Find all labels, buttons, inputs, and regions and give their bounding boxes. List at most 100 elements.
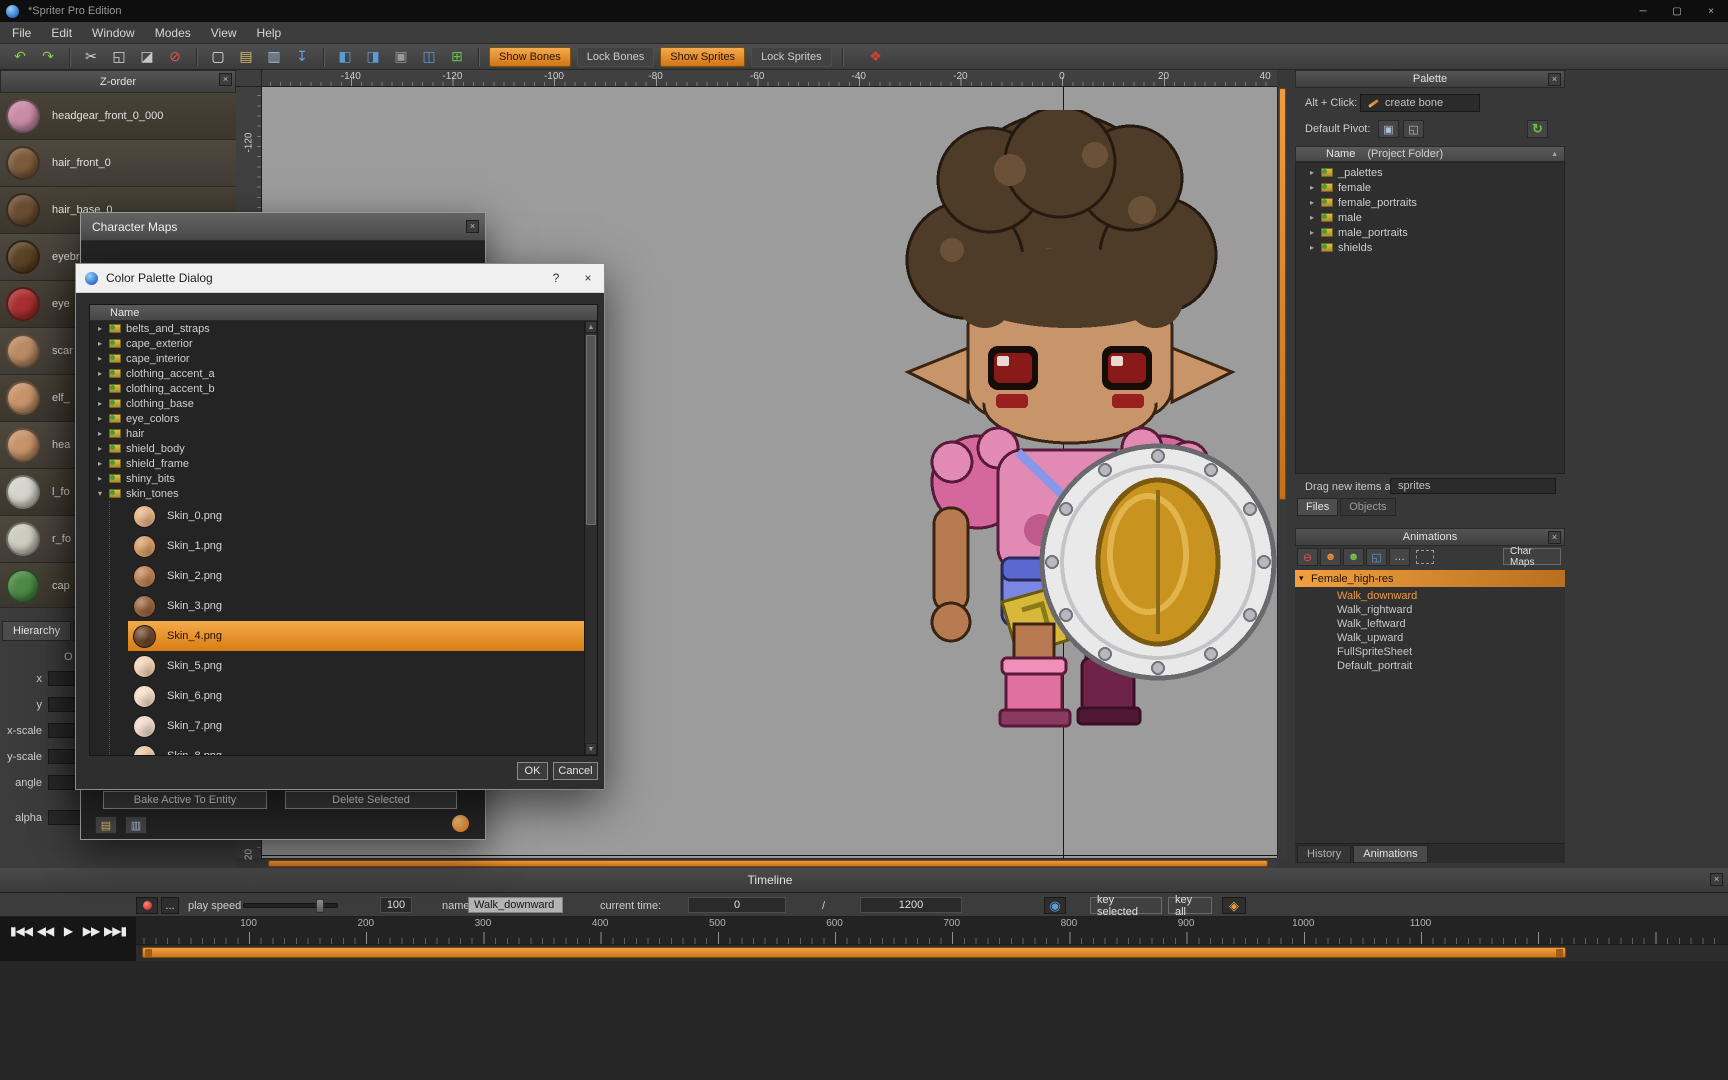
ok-button[interactable]: OK [517, 762, 548, 780]
toolbar-toggle[interactable]: Show Bones [489, 47, 571, 67]
create-bone-box[interactable]: create bone [1360, 94, 1480, 112]
keyframe-button[interactable]: ◈ [1222, 897, 1246, 914]
expand-arrow-icon[interactable]: ▸ [98, 459, 109, 468]
marquee-icon[interactable] [1416, 550, 1434, 564]
menu-item[interactable]: View [201, 22, 247, 44]
play-speed-input[interactable]: 100 [380, 897, 412, 913]
slider-track[interactable] [243, 903, 338, 908]
palette-folder-row[interactable]: ▸ hair [90, 426, 584, 441]
folder-row[interactable]: ▸ male [1296, 210, 1564, 225]
skin-file-row[interactable]: Skin_5.png [128, 651, 584, 681]
expand-arrow-icon[interactable]: ▸ [98, 369, 109, 378]
skin-file-row[interactable]: Skin_7.png [128, 711, 584, 741]
skip-to-end-button[interactable]: ▶▶▮ [104, 920, 126, 942]
horizontal-scrollbar-thumb[interactable] [268, 860, 1268, 867]
palette-folder-row[interactable]: ▸ clothing_accent_b [90, 381, 584, 396]
save-file-icon[interactable]: ▥ [260, 46, 288, 68]
close-button[interactable]: × [1694, 0, 1728, 22]
skin-file-row[interactable]: Skin_3.png [128, 591, 584, 621]
skip-to-start-button[interactable]: ▮◀◀ [10, 920, 32, 942]
open-map-folder-icon[interactable]: ▤ [95, 816, 117, 834]
sync-globe-button[interactable]: ◉ [1044, 897, 1066, 914]
toolbar-toggle[interactable]: Show Sprites [660, 47, 745, 67]
bone-tool-icon[interactable]: ❖ [862, 46, 890, 68]
skin-file-row[interactable]: Skin_4.png [128, 621, 584, 651]
delete-selected-button[interactable]: Delete Selected [285, 791, 457, 809]
new-entity-icon[interactable]: ☻ [1320, 548, 1341, 566]
palette-folder-row[interactable]: ▸ clothing_accent_a [90, 366, 584, 381]
drag-new-items-select[interactable]: sprites [1390, 478, 1556, 494]
expand-arrow-icon[interactable]: ▸ [1310, 243, 1321, 252]
undo-icon[interactable]: ↶ [6, 46, 34, 68]
skin-file-row[interactable]: Skin_1.png [128, 531, 584, 561]
vertical-scrollbar[interactable] [1277, 87, 1287, 858]
view-gray-icon[interactable]: ▣ [387, 46, 415, 68]
palette-tab[interactable]: Objects [1340, 498, 1395, 516]
animation-item[interactable]: Walk_upward [1295, 631, 1565, 645]
skin-file-row[interactable]: Skin_8.png [128, 741, 584, 755]
duplicate-animation-icon[interactable]: ◱ [1366, 548, 1387, 566]
expand-arrow-icon[interactable]: ▾ [98, 489, 109, 498]
remove-animation-icon[interactable]: ⊖ [1297, 548, 1318, 566]
bake-active-button[interactable]: Bake Active To Entity [103, 791, 267, 809]
expand-arrow-icon[interactable]: ▸ [1310, 228, 1321, 237]
folder-row[interactable]: ▸ _palettes [1296, 165, 1564, 180]
collapse-arrow-icon[interactable]: ▾ [1299, 573, 1311, 584]
expand-arrow-icon[interactable]: ▸ [98, 384, 109, 393]
palette-tab[interactable]: Files [1297, 498, 1338, 516]
menu-item[interactable]: Window [82, 22, 145, 44]
folder-row[interactable]: ▸ male_portraits [1296, 225, 1564, 240]
expand-arrow-icon[interactable]: ▸ [1310, 168, 1321, 177]
refresh-pivot-icon[interactable]: ↻ [1527, 120, 1548, 138]
paste-icon[interactable]: ◪ [133, 46, 161, 68]
folder-row[interactable]: ▸ shields [1296, 240, 1564, 255]
new-animation-icon[interactable]: ☻ [1343, 548, 1364, 566]
cut-icon[interactable]: ✂ [77, 46, 105, 68]
palette-folder-row[interactable]: ▸ cape_interior [90, 351, 584, 366]
current-time-input[interactable]: 0 [688, 897, 786, 913]
list-scrollbar-thumb[interactable] [586, 335, 596, 525]
menu-item[interactable]: Help [247, 22, 292, 44]
horizontal-scrollbar[interactable] [262, 858, 1277, 868]
timeline-ruler[interactable]: 10020030040050060070080090010001100 [136, 917, 1728, 945]
minimize-button[interactable]: ─ [1626, 0, 1660, 22]
key-all-button[interactable]: key all [1168, 897, 1212, 914]
palette-folder-row[interactable]: ▾ skin_tones [90, 486, 584, 501]
palette-folder-row[interactable]: ▸ shield_body [90, 441, 584, 456]
restore-button[interactable]: ▢ [1660, 0, 1694, 22]
expand-arrow-icon[interactable]: ▸ [98, 354, 109, 363]
toolbar-toggle[interactable]: Lock Bones [577, 47, 654, 67]
animation-item[interactable]: FullSpriteSheet [1295, 645, 1565, 659]
toolbar-toggle[interactable]: Lock Sprites [751, 47, 832, 67]
slider-thumb[interactable] [316, 899, 324, 913]
expand-arrow-icon[interactable]: ▸ [1310, 183, 1321, 192]
list-scrollbar[interactable]: ▲ ▼ [584, 321, 597, 755]
play-speed-slider[interactable] [243, 903, 338, 908]
animation-length-input[interactable]: 1200 [860, 897, 962, 913]
save-map-icon[interactable]: ▥ [125, 816, 147, 834]
timeline-close-button[interactable]: × [1710, 873, 1723, 886]
palette-folder-row[interactable]: ▸ cape_exterior [90, 336, 584, 351]
animation-item[interactable]: Walk_downward [1295, 589, 1565, 603]
delete-icon[interactable]: ⊘ [161, 46, 189, 68]
expand-arrow-icon[interactable]: ▸ [1310, 213, 1321, 222]
menu-item[interactable]: File [2, 22, 41, 44]
expand-arrow-icon[interactable]: ▸ [98, 324, 109, 333]
color-dialog-titlebar[interactable]: Color Palette Dialog ? × [76, 264, 604, 293]
dock-tab[interactable]: Animations [1353, 845, 1427, 863]
key-selected-button[interactable]: key selected [1090, 897, 1162, 914]
palette-folder-row[interactable]: ▸ clothing_base [90, 396, 584, 411]
fast-forward-button[interactable]: ▶▶ [81, 920, 101, 942]
rewind-button[interactable]: ◀◀ [35, 920, 55, 942]
play-button[interactable]: ▶ [58, 920, 78, 942]
expand-arrow-icon[interactable]: ▸ [98, 444, 109, 453]
skin-file-row[interactable]: Skin_2.png [128, 561, 584, 591]
redo-icon[interactable]: ↷ [34, 46, 62, 68]
record-button[interactable] [136, 897, 158, 914]
expand-arrow-icon[interactable]: ▸ [1310, 198, 1321, 207]
folder-row[interactable]: ▸ female_portraits [1296, 195, 1564, 210]
dialog-close-button[interactable]: × [572, 264, 604, 293]
dialog-help-button[interactable]: ? [540, 264, 572, 293]
scroll-down-icon[interactable]: ▼ [585, 743, 597, 755]
fit-view-icon[interactable]: ⊞ [443, 46, 471, 68]
